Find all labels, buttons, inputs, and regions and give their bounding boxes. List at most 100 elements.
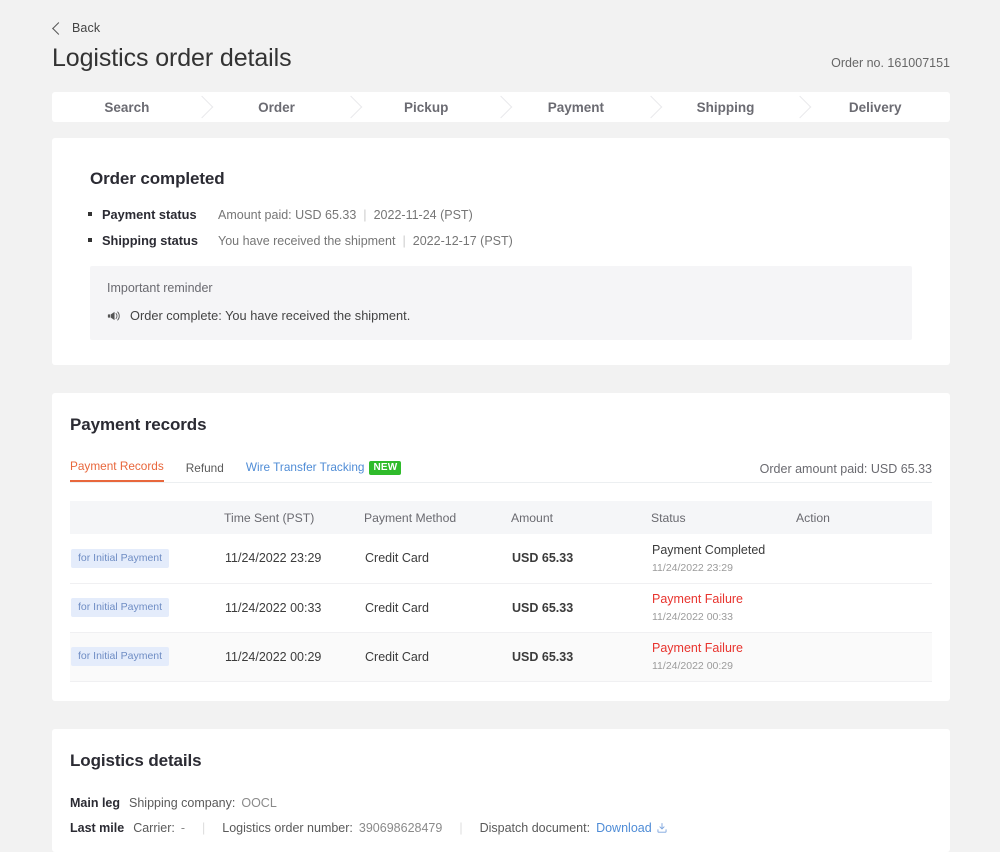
shipping-status-value: You have received the shipment [218, 234, 396, 248]
shipping-status-date: 2022-12-17 (PST) [412, 234, 513, 248]
divider: | [363, 207, 367, 222]
payment-records-table: Time Sent (PST) Payment Method Amount St… [70, 501, 932, 682]
divider: | [202, 821, 206, 835]
logistics-details-title: Logistics details [70, 751, 202, 770]
payment-status-label: Payment status [102, 207, 197, 222]
megaphone-icon [107, 311, 120, 320]
stepper-step-label: Payment [547, 99, 604, 115]
page-root: Back Logistics order details Order no. 1… [0, 0, 1000, 852]
stepper-step-label: Pickup [404, 99, 449, 115]
carrier-label: Carrier: [133, 821, 175, 835]
important-reminder-title: Important reminder [107, 281, 213, 295]
important-reminder-message-row: Order complete: You have received the sh… [107, 308, 895, 323]
carrier-value: - [180, 821, 186, 835]
shipping-company-value: OOCL [241, 796, 277, 810]
payment-status-value: Amount paid: USD 65.33 [218, 208, 357, 222]
cell-amount: USD 65.33 [511, 534, 651, 584]
payment-status-date: 2022-11-24 (PST) [373, 208, 473, 222]
stepper-step-order[interactable]: Order [202, 92, 352, 122]
cell-time-sent: 11/24/2022 00:29 [224, 632, 364, 682]
cell-status: Payment Failure 11/24/2022 00:33 [651, 583, 796, 633]
table-header-row: Time Sent (PST) Payment Method Amount St… [70, 501, 932, 534]
download-icon [657, 823, 667, 833]
order-completed-card: Order completed Payment status Amount pa… [52, 138, 950, 365]
stepper-step-delivery[interactable]: Delivery [800, 92, 950, 122]
payment-records-title: Payment records [70, 415, 207, 434]
logistics-order-number-value: 390698628479 [358, 821, 443, 835]
cell-action[interactable] [796, 583, 932, 633]
cell-action[interactable] [796, 632, 932, 682]
cell-time-sent: 11/24/2022 00:33 [224, 583, 364, 633]
tab-refund[interactable]: Refund [186, 461, 224, 482]
important-reminder-box: Important reminder Order complete: You h… [90, 266, 912, 340]
cell-payment-method: Credit Card [364, 534, 511, 584]
logistics-details-card: Logistics details Main leg Shipping comp… [52, 729, 950, 852]
list-item: Payment status Amount paid: USD 65.33 | … [88, 207, 930, 222]
new-badge: NEW [369, 461, 402, 475]
main-leg-label: Main leg [70, 796, 121, 810]
tab-wire-transfer-tracking[interactable]: Wire Transfer Tracking NEW [246, 460, 402, 482]
cell-action[interactable] [796, 534, 932, 584]
back-button-label: Back [72, 21, 101, 35]
stepper-step-shipping[interactable]: Shipping [651, 92, 801, 122]
stepper-step-label: Search [104, 99, 150, 115]
last-mile-label: Last mile [70, 821, 125, 835]
status-text: Payment Failure [652, 592, 744, 607]
column-header-action: Action [796, 501, 932, 534]
stepper-step-label: Order [258, 99, 295, 115]
back-button[interactable]: Back [52, 21, 100, 35]
cell-amount: USD 65.33 [511, 632, 651, 682]
cell-payment-method: Credit Card [364, 632, 511, 682]
cell-status: Payment Failure 11/24/2022 00:29 [651, 632, 796, 682]
payment-tag-badge: for Initial Payment [71, 647, 170, 666]
payment-records-card: Payment records Payment Records Refund W… [52, 393, 950, 701]
progress-stepper: Search Order Pickup Payment Shipping Del… [52, 92, 950, 122]
cell-tag: for Initial Payment [70, 583, 224, 633]
divider: | [459, 821, 463, 835]
column-header-status: Status [651, 501, 796, 534]
status-text: Payment Completed [652, 542, 766, 557]
stepper-step-pickup[interactable]: Pickup [351, 92, 501, 122]
payment-records-tabs-row: Payment Records Refund Wire Transfer Tra… [70, 457, 932, 483]
table-row: for Initial Payment 11/24/2022 00:29 Cre… [70, 632, 932, 682]
download-link[interactable]: Download [596, 821, 668, 835]
stepper-step-search[interactable]: Search [52, 92, 202, 122]
tab-label: Refund [185, 461, 224, 475]
bullet-icon [88, 212, 92, 216]
important-reminder-message: Order complete: You have received the sh… [130, 308, 411, 323]
shipping-company-label: Shipping company: [129, 796, 236, 810]
chevron-left-icon [52, 21, 65, 35]
order-status-list: Payment status Amount paid: USD 65.33 | … [88, 207, 930, 248]
status-timestamp: 11/24/2022 23:29 [652, 561, 733, 574]
table-row: for Initial Payment 11/24/2022 00:33 Cre… [70, 583, 932, 633]
cell-payment-method: Credit Card [364, 583, 511, 633]
download-link-label: Download [596, 821, 652, 835]
table-row: for Initial Payment 11/24/2022 23:29 Cre… [70, 534, 932, 584]
last-mile-row: Last mile Carrier: - | Logistics order n… [70, 821, 950, 835]
bullet-icon [88, 238, 92, 242]
main-leg-row: Main leg Shipping company: OOCL [70, 796, 950, 810]
payment-tag-badge: for Initial Payment [71, 548, 170, 568]
stepper-step-label: Delivery [848, 99, 902, 115]
list-item: Shipping status You have received the sh… [88, 233, 930, 248]
page-title: Logistics order details [52, 44, 292, 72]
cell-amount: USD 65.33 [511, 583, 651, 633]
status-timestamp: 11/24/2022 00:33 [652, 610, 733, 623]
stepper-step-label: Shipping [696, 99, 755, 115]
cell-time-sent: 11/24/2022 23:29 [224, 534, 364, 584]
tab-payment-records[interactable]: Payment Records [70, 459, 164, 482]
tab-label: Wire Transfer Tracking [245, 460, 365, 474]
cell-tag: for Initial Payment [70, 632, 224, 682]
cell-tag: for Initial Payment [70, 534, 224, 584]
order-amount-paid: Order amount paid: USD 65.33 [759, 462, 932, 476]
order-number: Order no. 161007151 [831, 56, 950, 70]
column-header-tag [70, 501, 224, 534]
payment-tag-badge: for Initial Payment [71, 598, 170, 617]
column-header-payment-method: Payment Method [364, 501, 511, 534]
cell-status: Payment Completed 11/24/2022 23:29 [651, 534, 796, 584]
logistics-order-number-label: Logistics order number: [222, 821, 353, 835]
stepper-step-payment[interactable]: Payment [501, 92, 651, 122]
column-header-time-sent: Time Sent (PST) [224, 501, 364, 534]
order-completed-title: Order completed [90, 169, 225, 188]
column-header-amount: Amount [511, 501, 651, 534]
